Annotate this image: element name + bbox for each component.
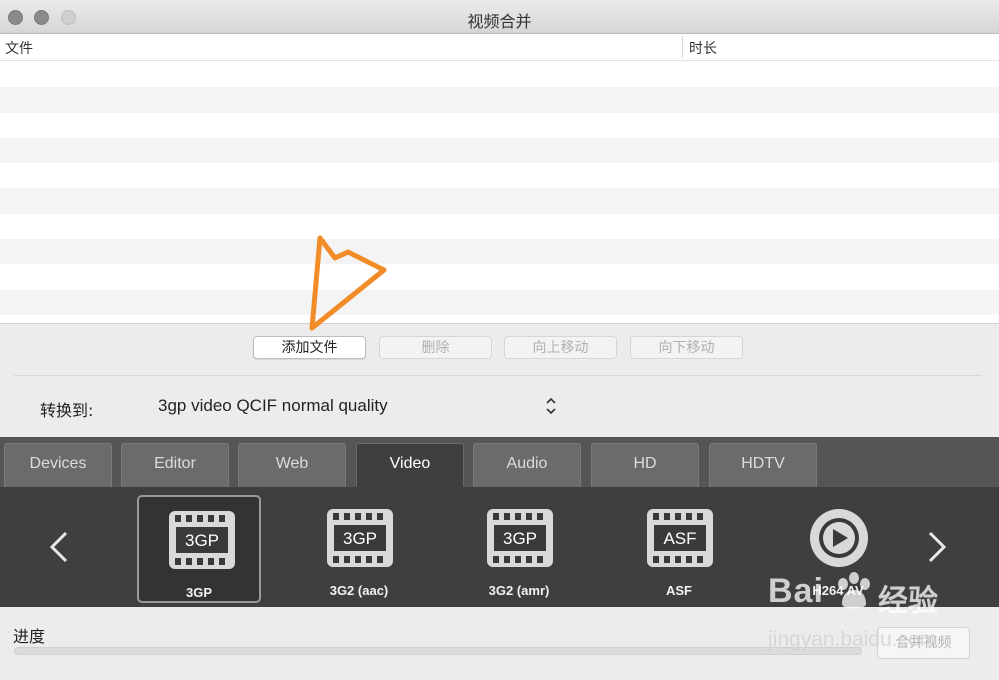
format-item-3gp[interactable]: 3GP 3GP bbox=[137, 495, 261, 603]
watermark-brand-cn: 经验 bbox=[878, 584, 938, 619]
table-row bbox=[0, 87, 999, 113]
progress-label: 进度 bbox=[13, 627, 46, 646]
convert-to-label: 转换到: bbox=[40, 401, 94, 420]
format-label: ASF bbox=[666, 583, 692, 598]
table-rows bbox=[0, 62, 999, 323]
table-row bbox=[0, 163, 999, 188]
column-header-duration[interactable]: 时长 bbox=[689, 38, 717, 58]
table-row bbox=[0, 188, 999, 214]
table-row bbox=[0, 239, 999, 265]
format-icon-text: ASF bbox=[663, 529, 696, 548]
chevron-left-icon[interactable] bbox=[44, 525, 74, 569]
column-divider[interactable] bbox=[682, 36, 683, 58]
column-header-file[interactable]: 文件 bbox=[5, 38, 33, 58]
tab-web[interactable]: Web bbox=[238, 443, 346, 487]
window-title: 视频合并 bbox=[467, 12, 532, 31]
table-row bbox=[0, 113, 999, 138]
output-format-value: 3gp video QCIF normal quality bbox=[158, 396, 388, 415]
format-icon-text: 3GP bbox=[185, 531, 219, 550]
video-merge-window: 视频合并 文件 时长 添加文件 删除 向上移动 向下移动 转换到: 3gp vi… bbox=[0, 0, 999, 680]
output-format-select[interactable]: 3gp video QCIF normal quality bbox=[150, 392, 564, 420]
table-row bbox=[0, 62, 999, 87]
table-row bbox=[0, 214, 999, 239]
tab-video[interactable]: Video bbox=[356, 443, 464, 488]
watermark-brand: Bai bbox=[768, 572, 824, 610]
table-row bbox=[0, 264, 999, 289]
file-table[interactable]: 文件 时长 bbox=[0, 34, 999, 324]
paw-icon bbox=[838, 572, 870, 609]
format-label: 3GP bbox=[185, 585, 212, 600]
move-up-button[interactable]: 向上移动 bbox=[504, 336, 617, 359]
arrow-annotation-icon bbox=[309, 235, 387, 331]
film-icon: ASF bbox=[647, 509, 713, 567]
format-label: 3G2 (amr) bbox=[488, 583, 550, 598]
table-header: 文件 时长 bbox=[0, 34, 999, 61]
title-bar: 视频合并 bbox=[0, 0, 999, 34]
format-item-3g2-amr[interactable]: 3GP 3G2 (amr) bbox=[457, 495, 581, 603]
format-item-asf[interactable]: ASF ASF bbox=[617, 495, 741, 603]
add-file-button[interactable]: 添加文件 bbox=[253, 336, 366, 359]
tab-editor[interactable]: Editor bbox=[121, 443, 229, 487]
tab-hd[interactable]: HD bbox=[591, 443, 699, 487]
film-icon: 3GP bbox=[169, 511, 235, 569]
tab-devices[interactable]: Devices bbox=[4, 443, 112, 487]
film-icon: 3GP bbox=[487, 509, 553, 567]
format-icon-text: 3GP bbox=[503, 529, 537, 548]
move-down-button[interactable]: 向下移动 bbox=[630, 336, 743, 359]
format-icon-text: 3GP bbox=[343, 529, 377, 548]
tab-audio[interactable]: Audio bbox=[473, 443, 581, 487]
divider bbox=[14, 375, 982, 376]
baidu-jingyan-watermark: Bai 经验 jingyan.baidu.com bbox=[760, 560, 990, 660]
category-tab-bar: Devices Editor Web Video Audio HD HDTV bbox=[0, 437, 999, 488]
watermark-url: jingyan.baidu.com bbox=[768, 628, 938, 651]
progress-bar bbox=[14, 647, 862, 655]
table-row bbox=[0, 289, 999, 315]
film-icon: 3GP bbox=[327, 509, 393, 567]
delete-button[interactable]: 删除 bbox=[379, 336, 492, 359]
format-label: 3G2 (aac) bbox=[329, 583, 389, 598]
tab-hdtv[interactable]: HDTV bbox=[709, 443, 817, 487]
format-item-3g2-aac[interactable]: 3GP 3G2 (aac) bbox=[297, 495, 421, 603]
table-row bbox=[0, 315, 999, 323]
table-row bbox=[0, 137, 999, 164]
up-down-chevron-icon bbox=[546, 397, 556, 415]
